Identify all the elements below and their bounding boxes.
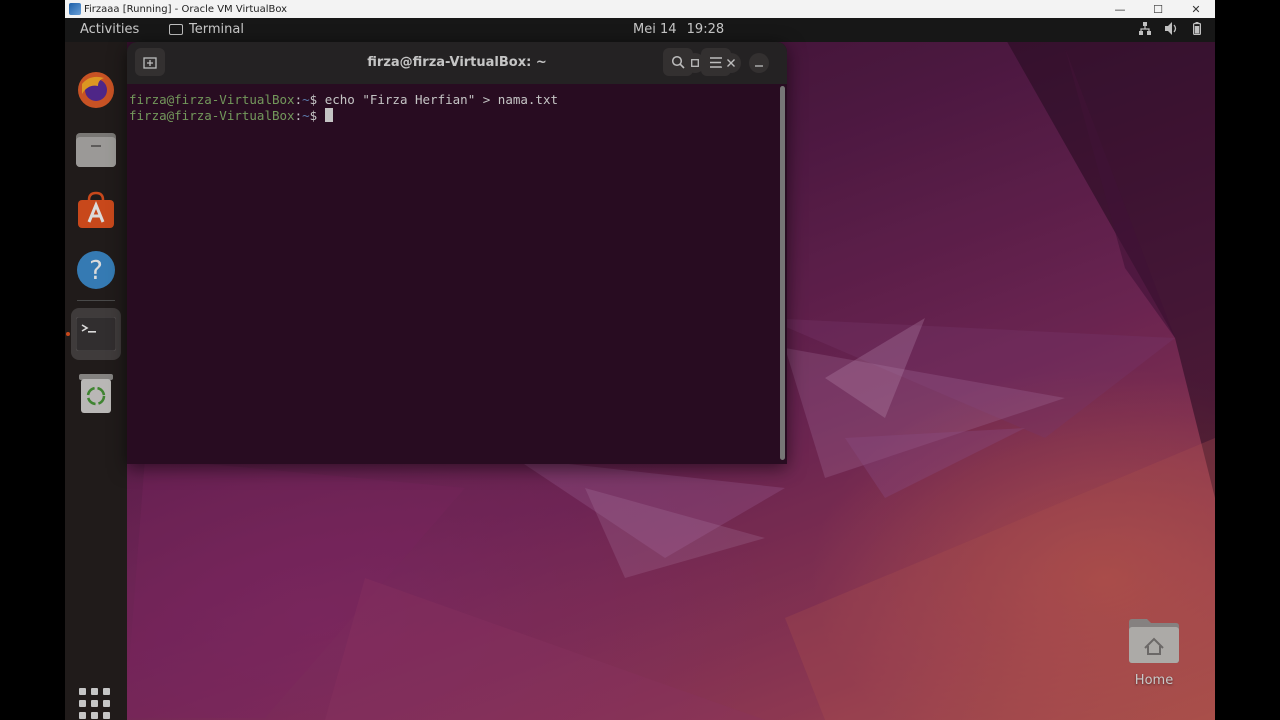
host-titlebar: Firzaaa [Running] - Oracle VM VirtualBox… bbox=[65, 0, 1215, 18]
search-icon bbox=[671, 55, 685, 69]
dock-separator bbox=[77, 300, 115, 301]
text-cursor bbox=[324, 108, 333, 122]
prompt-symbol: $ bbox=[309, 108, 325, 123]
terminal-line: firza@firza-VirtualBox:~$ echo "Firza He… bbox=[127, 92, 787, 108]
minimize-icon bbox=[755, 65, 763, 67]
prompt-path: ~ bbox=[302, 108, 310, 123]
close-icon bbox=[727, 59, 735, 67]
dock-help[interactable]: ? bbox=[71, 244, 121, 296]
dock-software[interactable] bbox=[71, 184, 121, 236]
prompt-user: firza@firza-VirtualBox bbox=[129, 108, 295, 123]
host-screen: Firzaaa [Running] - Oracle VM VirtualBox… bbox=[0, 0, 1280, 720]
terminal-headerbar[interactable]: firza@firza-VirtualBox: ~ bbox=[127, 42, 787, 84]
terminal-scrollbar[interactable] bbox=[780, 86, 785, 460]
command-text: echo "Firza Herfian" > nama.txt bbox=[324, 92, 558, 107]
trash-icon bbox=[79, 374, 113, 413]
battery-icon bbox=[1193, 22, 1201, 35]
network-icon bbox=[1139, 22, 1151, 35]
maximize-button[interactable] bbox=[685, 53, 705, 73]
files-icon bbox=[76, 133, 116, 167]
clock[interactable]: Mei 14 19:28 bbox=[633, 22, 724, 37]
prompt-path: ~ bbox=[302, 92, 310, 107]
host-maximize-button[interactable]: ☐ bbox=[1139, 0, 1177, 18]
dock: ? bbox=[65, 42, 127, 720]
system-tray[interactable] bbox=[1139, 22, 1201, 35]
app-menu[interactable]: Terminal bbox=[169, 22, 244, 37]
prompt-sep: : bbox=[294, 92, 303, 107]
dock-files[interactable] bbox=[71, 124, 121, 176]
software-icon bbox=[78, 191, 114, 228]
terminal-icon bbox=[169, 24, 183, 35]
dock-trash[interactable] bbox=[71, 368, 121, 420]
dock-terminal[interactable] bbox=[71, 308, 121, 360]
volume-icon bbox=[1165, 22, 1177, 35]
prompt-symbol: $ bbox=[309, 92, 325, 107]
host-minimize-button[interactable]: — bbox=[1101, 0, 1139, 18]
close-button[interactable] bbox=[721, 53, 741, 73]
clock-time: 19:28 bbox=[686, 22, 725, 37]
maximize-icon bbox=[691, 59, 699, 67]
prompt-user: firza@firza-VirtualBox bbox=[129, 92, 295, 107]
minimize-button[interactable] bbox=[749, 53, 769, 73]
home-folder-icon[interactable] bbox=[1127, 618, 1181, 664]
top-panel: Activities Terminal Mei 14 19:28 bbox=[65, 18, 1215, 42]
firefox-icon bbox=[78, 72, 114, 108]
host-window-title: Firzaaa [Running] - Oracle VM VirtualBox bbox=[84, 3, 288, 15]
virtualbox-icon bbox=[69, 3, 81, 15]
terminal-icon bbox=[76, 317, 116, 351]
home-folder-label[interactable]: Home bbox=[1117, 673, 1191, 688]
prompt-sep: : bbox=[294, 108, 303, 123]
help-icon: ? bbox=[77, 251, 115, 289]
terminal-line: firza@firza-VirtualBox:~$ bbox=[127, 108, 787, 124]
activities-button[interactable]: Activities bbox=[80, 22, 139, 37]
guest-desktop: Activities Terminal Mei 14 19:28 ? firza… bbox=[65, 18, 1215, 720]
dock-firefox[interactable] bbox=[71, 64, 121, 116]
terminal-output[interactable]: firza@firza-VirtualBox:~$ echo "Firza He… bbox=[127, 84, 787, 464]
clock-date: Mei 14 bbox=[633, 22, 677, 37]
show-apps-button[interactable] bbox=[79, 688, 111, 720]
running-indicator bbox=[66, 332, 70, 336]
terminal-window[interactable]: firza@firza-VirtualBox: ~ firza@firza-Vi… bbox=[127, 42, 787, 464]
app-menu-label: Terminal bbox=[189, 22, 244, 37]
svg-text:?: ? bbox=[89, 256, 103, 286]
host-close-button[interactable]: ✕ bbox=[1177, 0, 1215, 18]
